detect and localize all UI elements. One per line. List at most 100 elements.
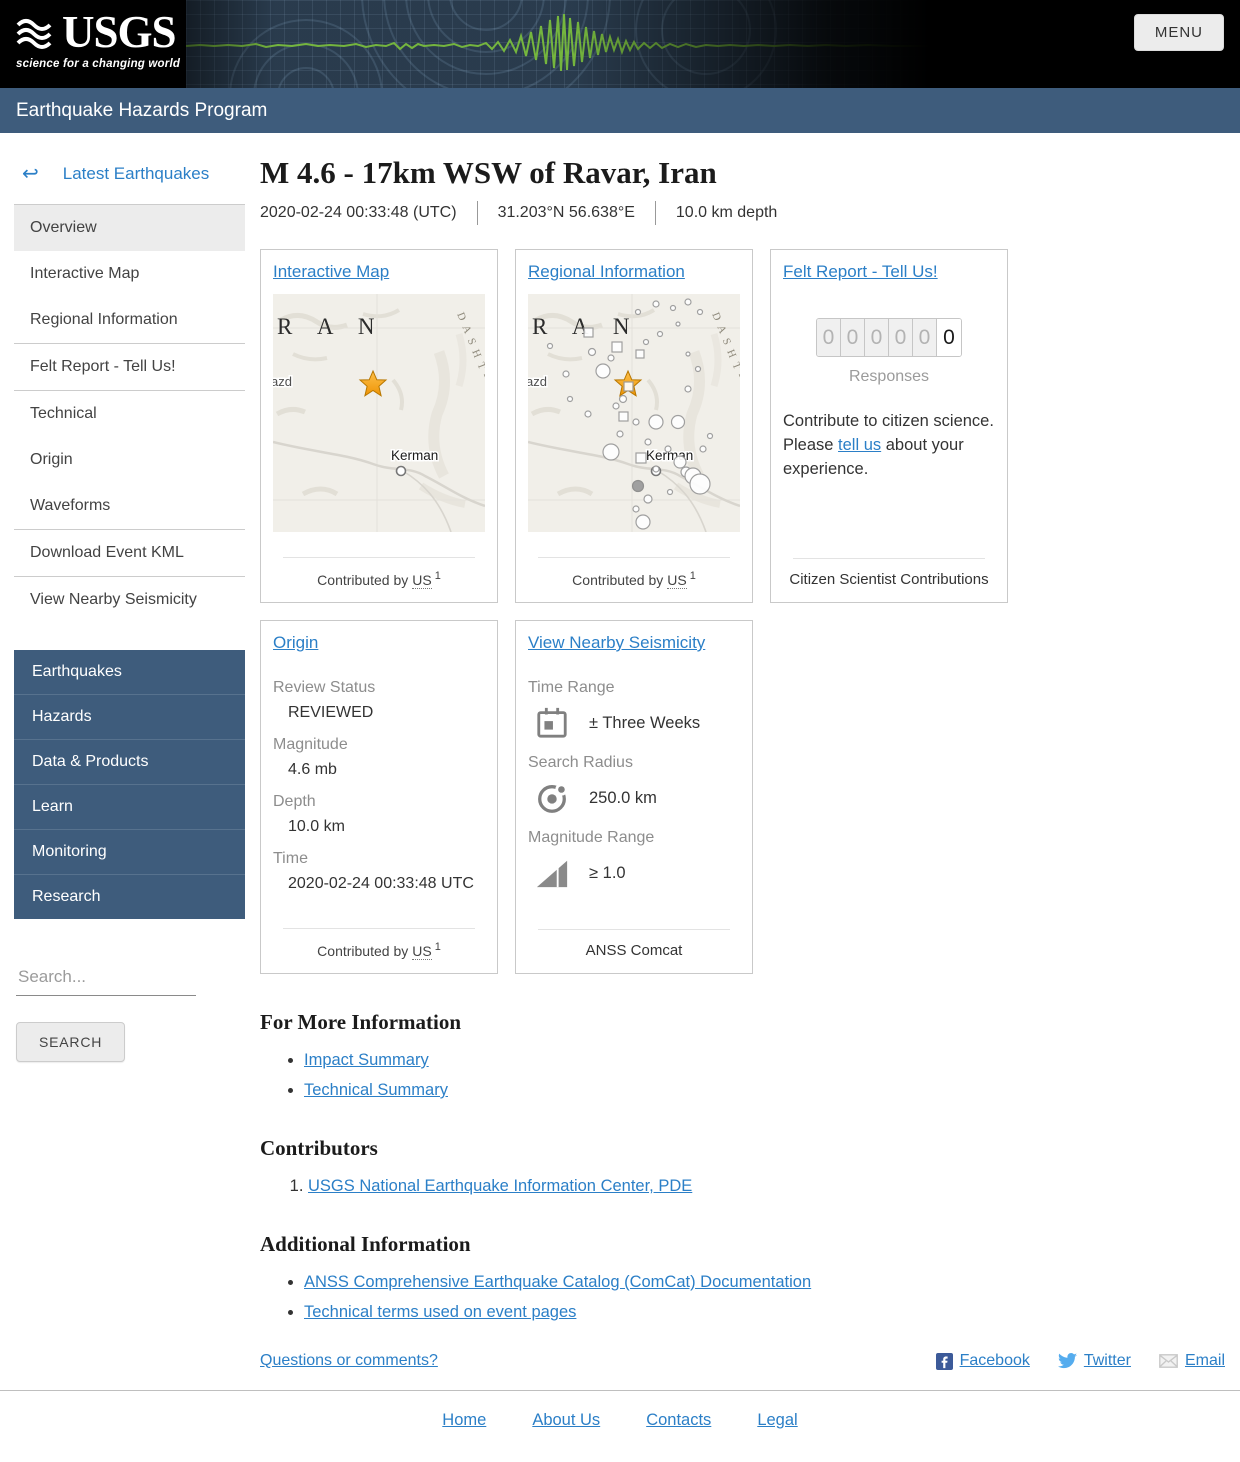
meta-separator [654, 201, 656, 225]
interactive-map-thumbnail[interactable] [273, 294, 485, 532]
nav-item-learn[interactable]: Learn [14, 785, 245, 830]
feedback-row: Questions or comments? Facebook Twitter … [260, 1352, 1225, 1370]
nearby-seismicity-link[interactable]: View Nearby Seismicity [528, 633, 705, 653]
magnitude-range-value: ≥ 1.0 [589, 863, 626, 882]
sidebar-item-technical[interactable]: Technical [14, 390, 245, 437]
regional-information-link[interactable]: Regional Information [528, 262, 685, 282]
logo-tagline: science for a changing world [16, 58, 181, 70]
tell-us-link[interactable]: tell us [838, 436, 881, 454]
field-label: Magnitude Range [528, 829, 655, 846]
footer-home-link[interactable]: Home [442, 1411, 486, 1430]
felt-report-card: Felt Report - Tell Us! 0 0 0 0 0 0 Respo… [770, 249, 1008, 603]
site-footer: Home About Us Contacts Legal [0, 1390, 1240, 1462]
facebook-icon [935, 1352, 953, 1370]
main-content: M 4.6 - 17km WSW of Ravar, Iran 2020-02-… [245, 149, 1225, 1370]
field-value: REVIEWED [288, 704, 374, 721]
list-item: USGS National Earthquake Information Cen… [308, 1177, 1225, 1196]
contributed-by: Contributed by US 1 [317, 570, 441, 589]
event-datetime: 2020-02-24 00:33:48 (UTC) [260, 204, 457, 221]
sidebar-item-regional-information[interactable]: Regional Information [14, 297, 245, 343]
content-layout: ↩ Latest Earthquakes Overview Interactiv… [0, 133, 1240, 1370]
technical-terms-link[interactable]: Technical terms used on event pages [304, 1303, 576, 1321]
back-link[interactable]: Latest Earthquakes [63, 164, 209, 184]
usgs-wave-icon [16, 18, 52, 49]
twitter-icon [1057, 1353, 1077, 1369]
sidebar-item-waveforms[interactable]: Waveforms [14, 483, 245, 529]
odometer-digit: 0 [889, 319, 913, 356]
interactive-map-card: Interactive Map Contributed by US 1 [260, 249, 498, 603]
event-depth: 10.0 km depth [675, 204, 778, 221]
contributed-by: Contributed by US 1 [317, 941, 441, 960]
comcat-docs-link[interactable]: ANSS Comprehensive Earthquake Catalog (C… [304, 1273, 811, 1291]
contributors-list: USGS National Earthquake Information Cen… [260, 1177, 1225, 1196]
interactive-map-link[interactable]: Interactive Map [273, 262, 389, 282]
nav-item-research[interactable]: Research [14, 875, 245, 919]
list-item: Technical Summary [304, 1081, 1225, 1100]
nav-item-data-products[interactable]: Data & Products [14, 740, 245, 785]
questions-comments-link[interactable]: Questions or comments? [260, 1352, 438, 1370]
responses-odometer: 0 0 0 0 0 0 [816, 318, 962, 357]
nav-item-hazards[interactable]: Hazards [14, 695, 245, 740]
sidebar-item-interactive-map[interactable]: Interactive Map [14, 251, 245, 297]
footer-legal-link[interactable]: Legal [757, 1411, 797, 1430]
regional-information-card: Regional Information Contributed by US 1 [515, 249, 753, 603]
odometer-digit: 0 [865, 319, 889, 356]
time-range-value: ± Three Weeks [589, 713, 701, 732]
contributor-abbr: US [412, 572, 432, 589]
field-value: 4.6 mb [288, 761, 337, 778]
search-button[interactable]: SEARCH [16, 1022, 126, 1062]
field-label: Search Radius [528, 754, 633, 771]
footer-about-link[interactable]: About Us [532, 1411, 600, 1430]
site-nav: Earthquakes Hazards Data & Products Lear… [14, 650, 245, 919]
sidebar: ↩ Latest Earthquakes Overview Interactiv… [14, 149, 245, 1370]
contributed-by: Contributed by US 1 [572, 570, 696, 589]
sidebar-item-nearby-seismicity[interactable]: View Nearby Seismicity [14, 576, 245, 623]
field-label: Time [273, 850, 308, 867]
menu-button[interactable]: MENU [1133, 14, 1224, 51]
list-item: Impact Summary [304, 1051, 1225, 1070]
origin-link[interactable]: Origin [273, 633, 318, 653]
page-root: USGS science for a changing world MENU E… [0, 0, 1240, 1462]
felt-report-text: Contribute to citizen science. Please te… [783, 412, 994, 478]
program-bar: Earthquake Hazards Program [0, 88, 1240, 133]
citizen-scientist-label: Citizen Scientist Contributions [789, 571, 989, 588]
social-links: Facebook Twitter Email [935, 1352, 1225, 1370]
summary-cards: Interactive Map Contributed by US 1 Region… [260, 249, 1026, 974]
nav-item-earthquakes[interactable]: Earthquakes [14, 650, 245, 695]
list-item: ANSS Comprehensive Earthquake Catalog (C… [304, 1273, 1225, 1292]
search-input[interactable] [16, 963, 196, 996]
sidebar-item-download-kml[interactable]: Download Event KML [14, 529, 245, 576]
technical-summary-link[interactable]: Technical Summary [304, 1081, 448, 1099]
site-header: USGS science for a changing world MENU [0, 0, 1240, 88]
logo-acronym: USGS [62, 7, 177, 57]
nearby-seismicity-card: View Nearby Seismicity Time Range ± Thre… [515, 620, 753, 974]
back-arrow-icon: ↩ [22, 163, 39, 185]
magnitude-icon [535, 856, 569, 890]
odometer-digit: 0 [817, 319, 841, 356]
footer-contacts-link[interactable]: Contacts [646, 1411, 711, 1430]
sidebar-item-overview[interactable]: Overview [14, 205, 245, 251]
sidebar-item-felt-report[interactable]: Felt Report - Tell Us! [14, 343, 245, 390]
search-radius-value: 250.0 km [589, 788, 657, 807]
back-link-row[interactable]: ↩ Latest Earthquakes [14, 149, 245, 205]
responses-label: Responses [848, 368, 930, 385]
facebook-link[interactable]: Facebook [935, 1352, 1030, 1370]
section-heading-contributors: Contributors [260, 1136, 378, 1160]
impact-summary-link[interactable]: Impact Summary [304, 1051, 429, 1069]
section-heading-more-info: For More Information [260, 1010, 462, 1034]
email-link[interactable]: Email [1159, 1352, 1225, 1370]
usgs-logo: USGS science for a changing world [0, 0, 186, 88]
search-area: SEARCH [16, 963, 245, 1062]
odometer-digit: 0 [841, 319, 865, 356]
twitter-link[interactable]: Twitter [1057, 1352, 1131, 1370]
nav-item-monitoring[interactable]: Monitoring [14, 830, 245, 875]
field-label: Time Range [528, 679, 615, 696]
felt-report-link[interactable]: Felt Report - Tell Us! [783, 262, 938, 282]
sidebar-item-origin[interactable]: Origin [14, 437, 245, 483]
section-heading-additional: Additional Information [260, 1232, 471, 1256]
field-value: 2020-02-24 00:33:48 UTC [288, 875, 474, 892]
regional-map-thumbnail[interactable] [528, 294, 740, 532]
neic-pde-link[interactable]: USGS National Earthquake Information Cen… [308, 1177, 692, 1195]
list-item: Technical terms used on event pages [304, 1303, 1225, 1322]
seismograph-banner [186, 0, 930, 88]
